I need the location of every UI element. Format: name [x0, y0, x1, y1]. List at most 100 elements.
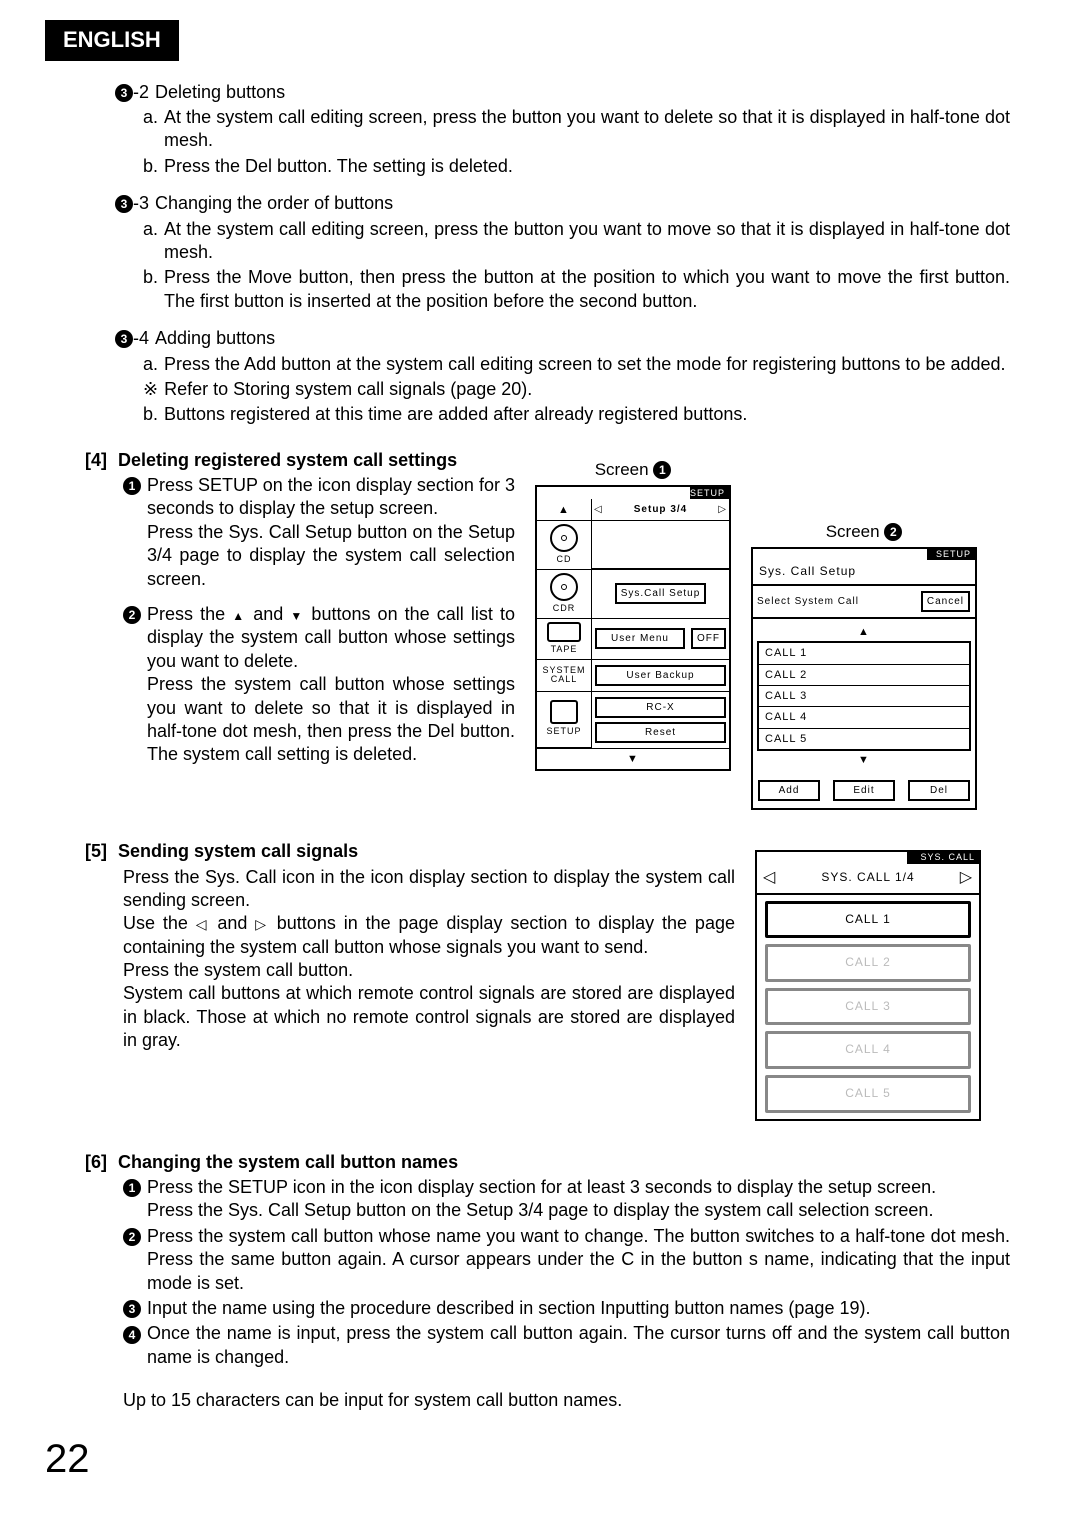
add-button[interactable]: Add	[758, 780, 820, 801]
rcx-button[interactable]: RC-X	[595, 697, 727, 718]
call-button[interactable]: CALL 4	[765, 1031, 971, 1069]
heading: Deleting registered system call settings	[118, 450, 457, 470]
text: Press the Sys. Call icon in the icon dis…	[123, 866, 735, 913]
text: Press the SETUP icon in the icon display…	[147, 1177, 936, 1197]
user-backup-button[interactable]: User Backup	[595, 665, 726, 686]
page-number: 22	[45, 1433, 90, 1485]
heading-num: [4]	[85, 449, 113, 472]
screen-num: 2	[884, 523, 902, 541]
edit-button[interactable]: Edit	[833, 780, 895, 801]
reset-button[interactable]: Reset	[595, 722, 727, 743]
section-title: Adding buttons	[155, 327, 275, 350]
screen-2-display: SETUP Sys. Call Setup Select System Call…	[751, 547, 977, 810]
label: TAPE	[551, 644, 578, 656]
right-triangle-icon	[255, 916, 269, 932]
section-5: [5] Sending system call signals Press th…	[45, 840, 1010, 1120]
down-arrow-icon	[290, 604, 304, 624]
nav-right-icon[interactable]	[960, 868, 973, 889]
cdr-icon	[550, 573, 578, 601]
suffix: -4	[133, 328, 149, 348]
nav-right-icon[interactable]	[718, 503, 727, 516]
marker-b: b.	[143, 155, 158, 178]
heading: Changing the system call button names	[118, 1152, 458, 1172]
text: System call buttons at which remote cont…	[123, 982, 735, 1052]
hdr: SYS. CALL	[907, 852, 979, 864]
up-triangle-icon[interactable]	[558, 503, 570, 517]
marker-b: b.	[143, 403, 158, 426]
text: Press the system call button whose name …	[147, 1225, 1010, 1295]
section-title: Deleting buttons	[155, 81, 285, 104]
nav-left-icon[interactable]	[763, 868, 776, 889]
text: At the system call editing screen, press…	[164, 218, 1010, 265]
text: At the system call editing screen, press…	[164, 106, 1010, 153]
bullet-3: 3	[115, 330, 133, 348]
setup-icon	[550, 700, 578, 724]
list-item[interactable]: CALL 3	[759, 685, 969, 706]
text: Press the system call button.	[123, 959, 735, 982]
tape-icon	[547, 622, 581, 642]
list-down-icon[interactable]	[858, 755, 870, 766]
marker-a: a.	[143, 353, 158, 376]
text: Once the name is input, press the system…	[147, 1322, 1010, 1369]
section-6: [6] Changing the system call button name…	[45, 1151, 1010, 1413]
list-up-icon[interactable]	[858, 627, 870, 638]
marker-a: a.	[143, 218, 158, 265]
down-triangle-icon[interactable]	[627, 752, 639, 766]
note-text: Refer to Storing system call signals (pa…	[164, 378, 1010, 401]
label: SYSTEM CALL	[537, 666, 591, 684]
step-2: 2	[123, 1228, 141, 1246]
hdr: SETUP	[927, 549, 975, 561]
call-button[interactable]: CALL 3	[765, 988, 971, 1026]
call-button[interactable]: CALL 5	[765, 1075, 971, 1113]
step-1: 1	[123, 477, 141, 495]
call-button[interactable]: CALL 2	[765, 944, 971, 982]
step-2: 2	[123, 606, 141, 624]
note-mark: ※	[143, 378, 158, 401]
section-3-2: 3-2 Deleting buttons a.At the system cal…	[45, 81, 1010, 179]
text: and	[209, 913, 255, 933]
call-list: CALL 1 CALL 2 CALL 3 CALL 4 CALL 5	[757, 641, 971, 750]
suffix: -3	[133, 193, 149, 213]
nav-left-icon[interactable]	[594, 503, 603, 516]
nav-label: SYS. CALL 1/4	[821, 870, 914, 886]
list-item[interactable]: CALL 1	[759, 643, 969, 663]
section-title: Changing the order of buttons	[155, 192, 393, 215]
label: CD	[557, 554, 572, 566]
text: Buttons registered at this time are adde…	[164, 403, 1010, 426]
text: Press the	[147, 604, 232, 624]
text: Press the Add button at the system call …	[164, 353, 1010, 376]
screen-label: Screen	[826, 522, 880, 541]
text: Press the Del button. The setting is del…	[164, 155, 1010, 178]
list-item[interactable]: CALL 5	[759, 728, 969, 749]
cancel-button[interactable]: Cancel	[921, 591, 970, 612]
step-4: 4	[123, 1326, 141, 1344]
del-button[interactable]: Del	[908, 780, 970, 801]
title: Sys. Call Setup	[753, 560, 975, 586]
screen-1-display: SETUP Setup 3/4 CD CDR	[535, 485, 731, 771]
screen-num: 1	[653, 461, 671, 479]
language-tab: ENGLISH	[45, 20, 179, 61]
heading-num: [5]	[85, 840, 113, 863]
bullet-3: 3	[115, 195, 133, 213]
tail-text: Up to 15 characters can be input for sys…	[85, 1389, 1010, 1412]
hdr: SETUP	[690, 487, 729, 500]
subtitle: Select System Call	[757, 595, 859, 608]
section-3-3: 3-3 Changing the order of buttons a.At t…	[45, 192, 1010, 313]
call-button[interactable]: CALL 1	[765, 901, 971, 939]
text: Input the name using the procedure descr…	[147, 1297, 1010, 1320]
label: CDR	[553, 603, 576, 615]
step-3: 3	[123, 1300, 141, 1318]
step-1: 1	[123, 1179, 141, 1197]
list-item[interactable]: CALL 2	[759, 664, 969, 685]
text: Press the Move button, then press the bu…	[164, 266, 1010, 313]
list-item[interactable]: CALL 4	[759, 706, 969, 727]
text: and	[246, 604, 290, 624]
text: Press the Sys. Call Setup button on the …	[147, 1200, 933, 1220]
label: SETUP	[546, 726, 581, 738]
syscall-setup-button[interactable]: Sys.Call Setup	[615, 583, 707, 604]
off-button[interactable]: OFF	[691, 628, 726, 649]
section-3-4: 3-4 Adding buttons a. Press the Add butto…	[45, 327, 1010, 427]
text: Use the	[123, 913, 196, 933]
left-triangle-icon	[196, 916, 210, 932]
user-menu-button[interactable]: User Menu	[595, 628, 685, 649]
